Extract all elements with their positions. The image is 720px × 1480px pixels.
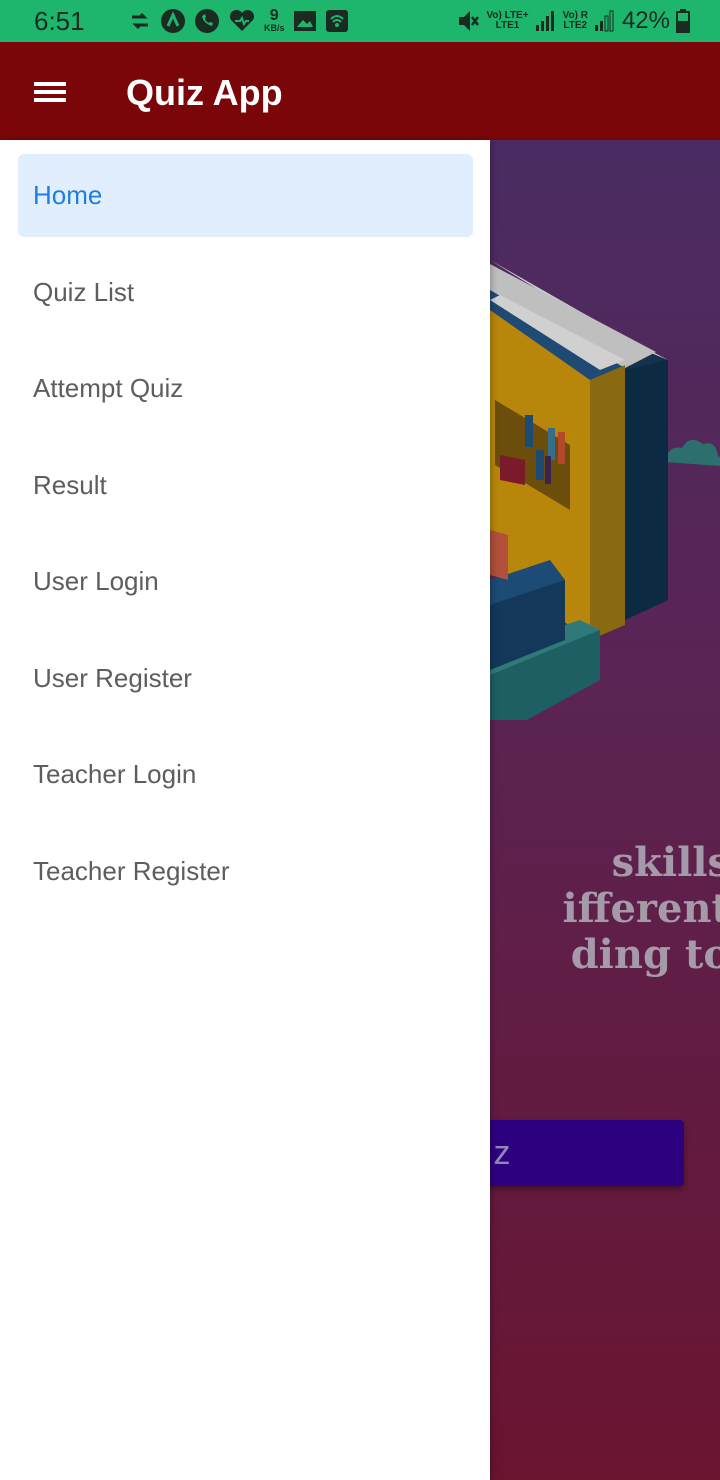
- battery-percent: 42%: [621, 7, 670, 34]
- status-bar: 6:51 9 KB/s Vo) LTE+ LTE1 Vo) R LTE2 42%: [0, 0, 720, 42]
- transfer-icon: [132, 12, 148, 30]
- screen: 6:51 9 KB/s Vo) LTE+ LTE1 Vo) R LTE2 42%…: [0, 0, 720, 1480]
- mute-icon: [459, 11, 480, 31]
- drawer-item-label: Attempt Quiz: [33, 373, 184, 403]
- drawer-item-attempt-quiz[interactable]: Attempt Quiz: [18, 347, 473, 430]
- signal-icon-sim2: [594, 10, 614, 32]
- heart-icon: [229, 9, 255, 31]
- menu-button[interactable]: [28, 72, 72, 112]
- sim2-indicator: Vo) R LTE2: [563, 11, 588, 31]
- data-speed-value: 9: [269, 7, 279, 24]
- drawer-item-label: Teacher Register: [33, 856, 230, 886]
- data-speed: 9 KB/s: [264, 7, 285, 34]
- drawer-item-label: Home: [33, 180, 103, 210]
- drawer-item-home[interactable]: Home: [18, 154, 473, 237]
- drawer-item-label: Teacher Login: [33, 759, 197, 789]
- app-a-icon: [161, 9, 185, 33]
- sim1-indicator: Vo) LTE+ LTE1: [486, 11, 528, 31]
- hamburger-menu-icon: [34, 82, 66, 102]
- drawer-item-user-login[interactable]: User Login: [18, 540, 473, 623]
- battery-icon: [676, 9, 690, 33]
- drawer-item-quiz-list[interactable]: Quiz List: [18, 251, 473, 334]
- wifi-app-icon: [325, 10, 348, 32]
- app-title: Quiz App: [126, 72, 283, 113]
- status-icons-left: 9 KB/s: [128, 8, 349, 34]
- sim1-sub: LTE1: [495, 20, 520, 31]
- sim2-sub: LTE2: [563, 20, 588, 31]
- drawer-item-teacher-register[interactable]: Teacher Register: [18, 830, 473, 913]
- drawer-item-label: User Login: [33, 566, 159, 596]
- drawer-item-label: Result: [33, 470, 107, 500]
- phone-icon: [195, 9, 219, 33]
- drawer-item-label: Quiz List: [33, 277, 135, 307]
- data-speed-unit: KB/s: [264, 23, 285, 33]
- signal-icon-sim1: [535, 11, 554, 31]
- gallery-icon: [293, 11, 316, 31]
- app-bar: Quiz App: [0, 42, 720, 140]
- drawer-item-teacher-login[interactable]: Teacher Login: [18, 733, 473, 816]
- drawer-item-user-register[interactable]: User Register: [18, 637, 473, 720]
- navigation-drawer: Home Quiz List Attempt Quiz Result User …: [0, 140, 490, 1480]
- status-time: 6:51: [34, 6, 85, 36]
- status-icons-right: Vo) LTE+ LTE1 Vo) R LTE2 42%: [456, 6, 690, 36]
- drawer-item-label: User Register: [33, 663, 192, 693]
- drawer-item-result[interactable]: Result: [18, 444, 473, 527]
